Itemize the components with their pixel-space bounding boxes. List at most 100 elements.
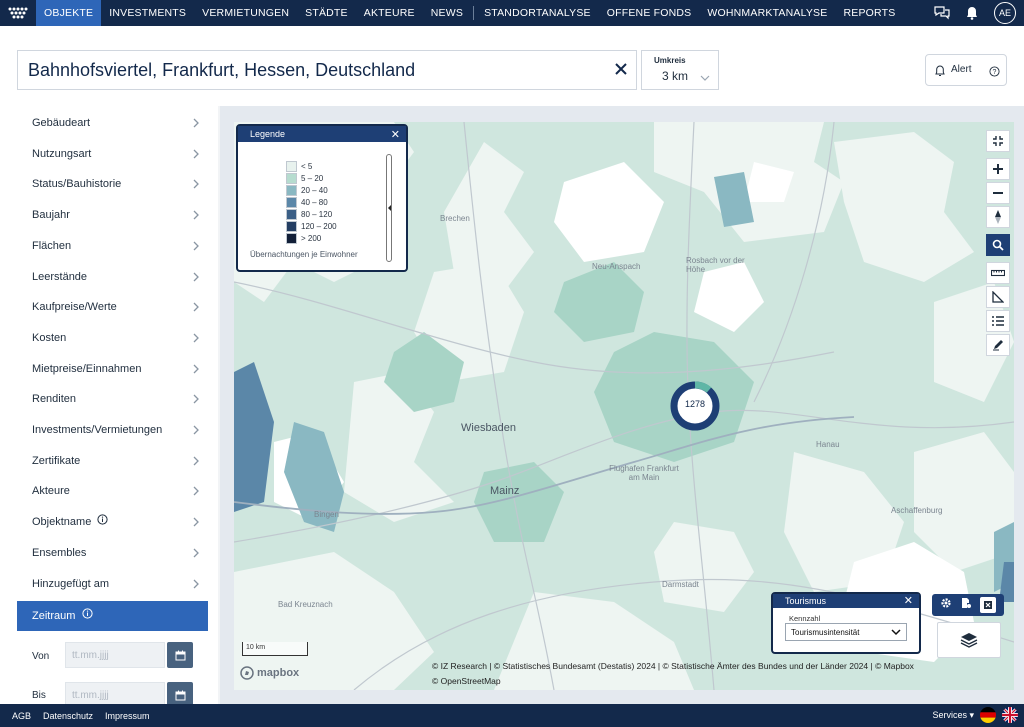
services-label: Services <box>932 709 967 720</box>
location-search-input[interactable]: Bahnhofsviertel, Frankfurt, Hessen, Deut… <box>17 50 637 90</box>
chevron-right-icon <box>193 364 200 377</box>
legend-label: > 200 <box>301 233 322 243</box>
info-icon[interactable] <box>82 608 94 622</box>
calendar-from-button[interactable] <box>167 642 193 668</box>
sidebar-item-zertifikate[interactable]: Zertifikate <box>17 446 208 476</box>
object-cluster-marker[interactable]: 1278 <box>669 380 721 432</box>
list-button[interactable] <box>986 310 1010 332</box>
sidebar-item-label: Hinzugefügt am <box>32 577 110 590</box>
footer-link-impressum[interactable]: Impressum <box>105 711 150 721</box>
sidebar-item-label: Mietpreise/Einnahmen <box>32 362 142 375</box>
location-search-value[interactable]: Bahnhofsviertel, Frankfurt, Hessen, Deut… <box>28 60 415 81</box>
legend-label: 5 – 20 <box>301 173 324 183</box>
map-scale: 10 km <box>242 642 308 656</box>
attribution-line-1[interactable]: © IZ Research | © Statistisches Bundesam… <box>432 659 972 674</box>
layers-button[interactable] <box>937 622 1001 658</box>
nav-staedte[interactable]: STÄDTE <box>297 0 356 26</box>
uk-flag-icon[interactable] <box>1002 707 1018 723</box>
kennzahl-value: Tourismusintensität <box>791 628 860 637</box>
radius-label: Umkreis <box>654 56 686 65</box>
chevron-down-icon[interactable] <box>891 628 901 638</box>
sidebar-item-renditen[interactable]: Renditen <box>17 384 208 414</box>
nav-investments[interactable]: INVESTMENTS <box>101 0 194 26</box>
sidebar-item-nutzungsart[interactable]: Nutzungsart <box>17 139 208 169</box>
alert-button[interactable]: Alert ? <box>925 54 1007 86</box>
close-icon <box>984 601 992 609</box>
legend-row: 40 – 80 <box>286 196 337 208</box>
alert-label: Alert <box>951 64 972 75</box>
bell-icon[interactable] <box>966 6 978 20</box>
sidebar-item-hinzugefügt-am[interactable]: Hinzugefügt am <box>17 569 208 599</box>
nav-news[interactable]: NEWS <box>423 0 471 26</box>
draw-button[interactable] <box>986 334 1010 356</box>
legend-row: > 200 <box>286 232 337 244</box>
close-icon[interactable]: ✕ <box>904 594 913 607</box>
nav-wohnmarktanalyse[interactable]: WOHNMARKTANALYSE <box>699 0 835 26</box>
sidebar-item-label: Kosten <box>32 331 67 344</box>
help-icon[interactable]: ? <box>989 64 1000 82</box>
sidebar-item-label: Nutzungsart <box>32 147 92 160</box>
legend-scrollbar[interactable] <box>386 154 392 262</box>
sidebar-item-zeitraum[interactable]: Zeitraum <box>17 601 208 631</box>
close-layer-button[interactable] <box>980 597 996 613</box>
search-map-button[interactable] <box>986 234 1010 256</box>
layer-tools <box>932 594 1004 616</box>
legend-row: 5 – 20 <box>286 172 337 184</box>
chevron-right-icon <box>193 579 200 592</box>
chevron-right-icon <box>193 517 200 530</box>
compass-button[interactable] <box>986 206 1010 228</box>
sidebar-item-baujahr[interactable]: Baujahr <box>17 200 208 230</box>
sidebar-item-kaufpreise-werte[interactable]: Kaufpreise/Werte <box>17 292 208 322</box>
document-settings-icon[interactable] <box>960 596 972 614</box>
sidebar-item-investments-vermietungen[interactable]: Investments/Vermietungen <box>17 415 208 445</box>
sidebar-item-label: Zeitraum <box>32 608 94 622</box>
chevron-down-icon[interactable] <box>700 69 710 87</box>
collapse-button[interactable] <box>986 130 1010 152</box>
pen-icon <box>993 340 1003 351</box>
chevron-right-icon <box>193 486 200 499</box>
zoom-out-button[interactable] <box>986 182 1010 204</box>
svg-text:?: ? <box>993 69 997 76</box>
footer-link-agb[interactable]: AGB <box>12 711 31 721</box>
nav-offene-fonds[interactable]: OFFENE FONDS <box>599 0 700 26</box>
map-canvas[interactable]: Brechen Neu-Anspach Rosbach vor der Höhe… <box>234 122 1014 690</box>
attribution-line-2[interactable]: © OpenStreetMap <box>432 674 972 689</box>
german-flag-icon[interactable] <box>980 707 996 723</box>
mapbox-logo[interactable]: mapbox <box>240 666 299 680</box>
sidebar-item-flächen[interactable]: Flächen <box>17 231 208 261</box>
sidebar-item-ensembles[interactable]: Ensembles <box>17 538 208 568</box>
sidebar-item-gebäudeart[interactable]: Gebäudeart <box>17 108 208 138</box>
kennzahl-select[interactable]: Tourismusintensität <box>785 623 907 641</box>
legend-label: 120 – 200 <box>301 221 337 231</box>
legend-swatch <box>286 160 297 172</box>
close-icon[interactable]: ✕ <box>391 128 400 141</box>
nav-standortanalyse[interactable]: STANDORTANALYSE <box>476 0 599 26</box>
zoom-in-button[interactable] <box>986 158 1010 180</box>
date-from-input[interactable]: tt.mm.jjjj <box>65 642 165 668</box>
nav-objekte[interactable]: OBJEKTE <box>36 0 102 26</box>
footer-link-datenschutz[interactable]: Datenschutz <box>43 711 93 721</box>
sidebar-item-objektname[interactable]: Objektname <box>17 507 208 537</box>
gear-icon[interactable] <box>940 596 952 614</box>
sidebar-item-mietpreise-einnahmen[interactable]: Mietpreise/Einnahmen <box>17 354 208 384</box>
sidebar-item-label: Flächen <box>32 239 72 252</box>
area-measure-button[interactable] <box>986 286 1010 308</box>
info-icon[interactable] <box>97 514 108 528</box>
sidebar-item-status-bauhistorie[interactable]: Status/Bauhistorie <box>17 169 208 199</box>
nav-vermietungen[interactable]: VERMIETUNGEN <box>194 0 297 26</box>
sidebar-item-label: Objektname <box>32 516 92 529</box>
logo[interactable] <box>0 0 36 26</box>
sidebar-item-akteure[interactable]: Akteure <box>17 476 208 506</box>
measure-button[interactable] <box>986 262 1010 284</box>
nav-reports[interactable]: REPORTS <box>835 0 903 26</box>
chat-icon[interactable] <box>934 6 950 20</box>
radius-value[interactable]: 3 km <box>662 69 688 83</box>
sidebar-item-kosten[interactable]: Kosten <box>17 323 208 353</box>
close-icon[interactable] <box>614 62 628 81</box>
radius-select[interactable]: Umkreis 3 km <box>641 50 719 90</box>
services-menu[interactable]: Services ▾ <box>932 710 974 721</box>
chevron-right-icon <box>193 333 200 346</box>
sidebar-item-leerstände[interactable]: Leerstände <box>17 262 208 292</box>
user-avatar[interactable]: AE <box>994 2 1016 24</box>
nav-akteure[interactable]: AKTEURE <box>356 0 423 26</box>
